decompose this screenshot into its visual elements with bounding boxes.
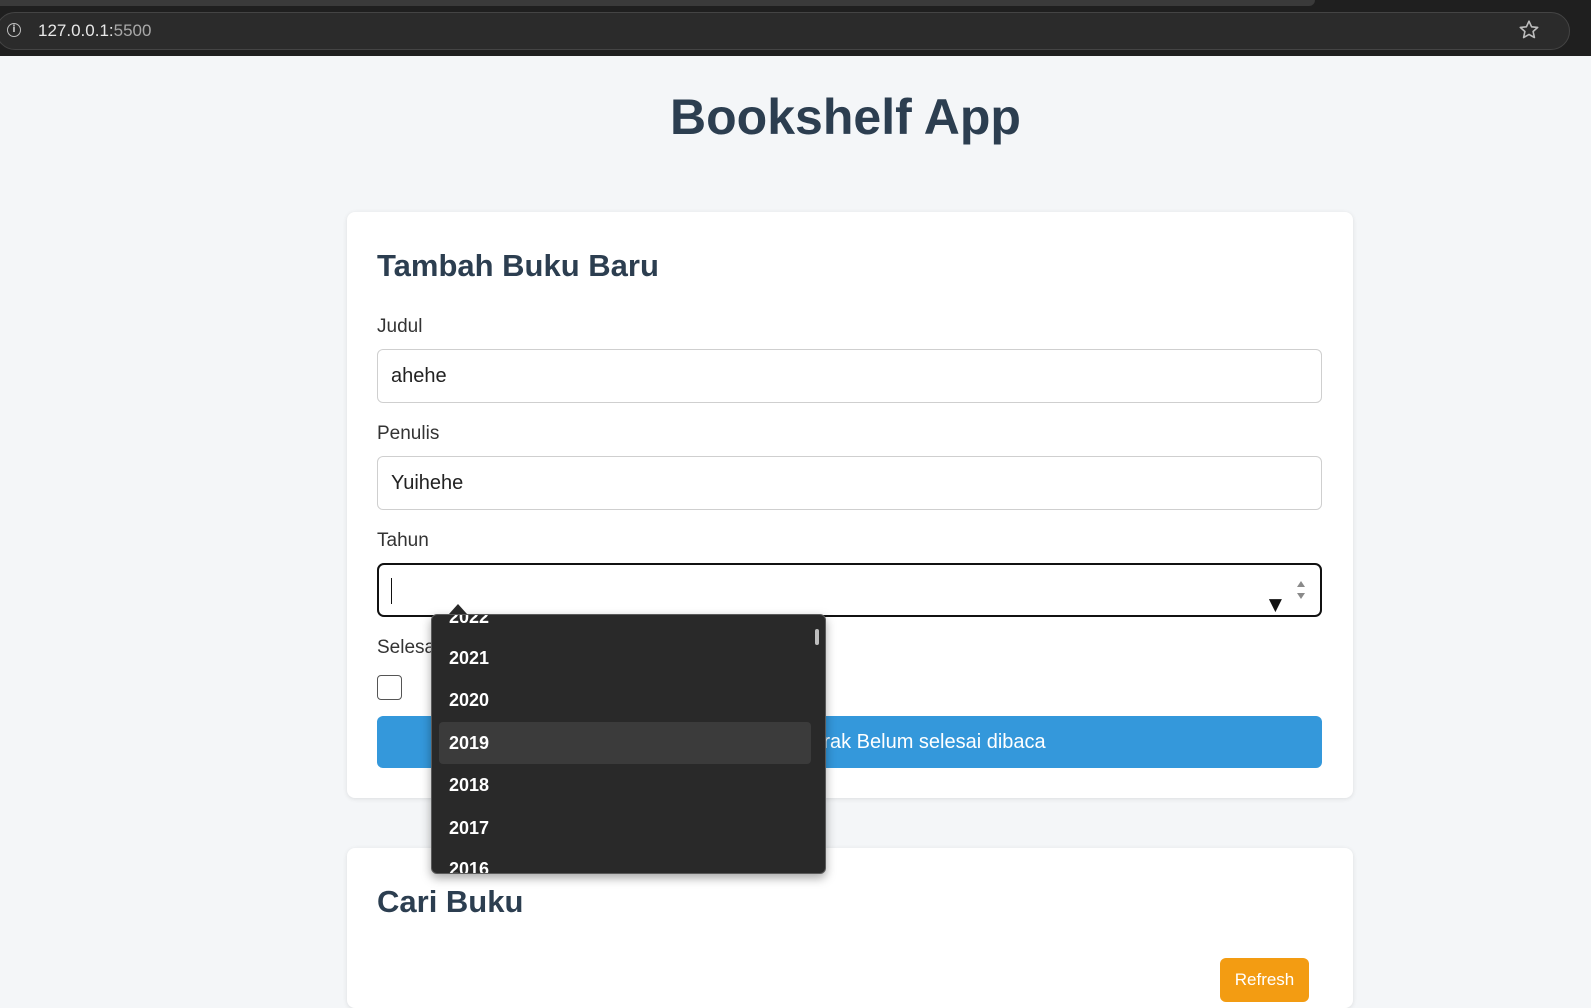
bookmark-star-icon[interactable] (1517, 18, 1541, 42)
year-option[interactable]: 2016 (439, 848, 811, 873)
penulis-input[interactable]: Yuihehe (377, 456, 1322, 510)
tahun-input[interactable]: ▼ (377, 563, 1322, 617)
penulis-label: Penulis (377, 423, 440, 444)
popup-pointer (449, 604, 467, 614)
judul-input[interactable]: ahehe (377, 349, 1322, 403)
refresh-button[interactable]: Refresh (1220, 958, 1309, 1002)
site-info-icon[interactable]: i (7, 23, 21, 37)
text-caret (391, 578, 392, 604)
url-text[interactable]: 127.0.0.1:5500 (38, 21, 151, 41)
year-option[interactable]: 2017 (439, 807, 811, 849)
selesai-label: Selesa (377, 637, 436, 658)
year-dropdown-list[interactable]: 2022 2021 2020 2019 2018 2017 2016 (431, 614, 826, 874)
number-spinner-icon[interactable] (1296, 577, 1306, 603)
popup-scrollbar[interactable] (815, 629, 819, 645)
year-option[interactable]: 2018 (439, 764, 811, 806)
judul-label: Judul (377, 316, 423, 337)
year-option[interactable]: 2022 (439, 615, 811, 638)
year-option-highlighted[interactable]: 2019 (439, 722, 811, 764)
address-bar[interactable]: i 127.0.0.1:5500 (0, 12, 1570, 50)
year-option[interactable]: 2020 (439, 679, 811, 721)
selesai-checkbox[interactable] (377, 675, 402, 700)
browser-toolbar: i 127.0.0.1:5500 (0, 0, 1591, 56)
tab-strip (0, 0, 1315, 6)
year-option[interactable]: 2021 (439, 637, 811, 679)
tahun-label: Tahun (377, 530, 429, 551)
add-book-heading: Tambah Buku Baru (377, 248, 659, 283)
dropdown-arrow-icon[interactable]: ▼ (1269, 579, 1282, 631)
page-title: Bookshelf App (670, 89, 1021, 145)
search-heading: Cari Buku (377, 884, 524, 919)
